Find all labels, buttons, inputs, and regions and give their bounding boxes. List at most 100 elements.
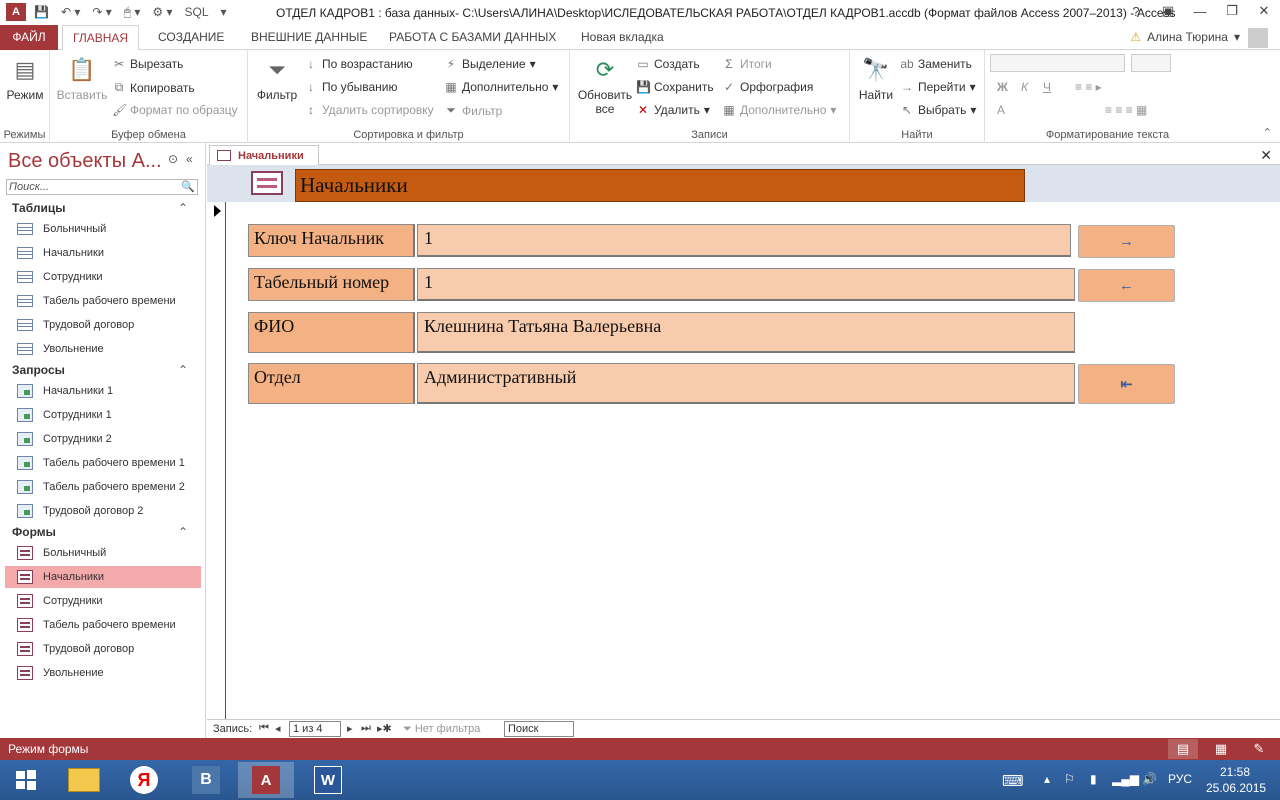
signal-icon[interactable]: ▂▄▆ — [1112, 772, 1139, 786]
indent-icon[interactable]: ≡ ≡ ▸ — [1075, 80, 1102, 94]
nav-item-table[interactable]: Табель рабочего времени — [5, 290, 201, 312]
ribbon-display-icon[interactable]: ▣ — [1152, 0, 1184, 22]
close-form-button[interactable]: ⇤ — [1078, 364, 1175, 404]
bold-button[interactable]: Ж — [997, 80, 1008, 94]
nav-item-form[interactable]: Увольнение — [5, 662, 201, 684]
nav-menu-icon[interactable]: ⊙ — [168, 152, 178, 166]
vk-button[interactable]: В — [178, 762, 234, 798]
current-record-input[interactable]: 1 из 4 — [289, 721, 341, 737]
tab-home[interactable]: ГЛАВНАЯ — [62, 25, 140, 51]
nav-item-query[interactable]: Начальники 1 — [5, 380, 201, 402]
filter-button[interactable]: ⏷ Фильтр — [254, 54, 300, 102]
mouse-mode-icon[interactable]: 🖱 ▾ — [120, 5, 145, 20]
last-record-icon[interactable]: ⏭ — [361, 722, 371, 735]
remove-sort-button[interactable]: ↕ Удалить сортировку — [304, 103, 434, 117]
toggle-filter-button[interactable]: ⏷ Фильтр — [444, 103, 502, 118]
nav-collapse-icon[interactable]: « — [186, 152, 193, 166]
tab-file[interactable]: ФАЙЛ — [0, 25, 58, 50]
field-value-fio[interactable]: Клешнина Татьяна Валерьевна — [417, 312, 1075, 353]
nav-item-table[interactable]: Трудовой договор — [5, 314, 201, 336]
nav-search-input[interactable]: Поиск... 🔍 — [6, 179, 198, 195]
nav-item-form-selected[interactable]: Начальники — [5, 566, 201, 588]
record-selector[interactable] — [210, 202, 226, 738]
doc-tab-active[interactable]: Начальники — [209, 145, 319, 165]
field-value-key[interactable]: 1 — [417, 224, 1071, 257]
nav-item-table[interactable]: Сотрудники — [5, 266, 201, 288]
no-filter-button[interactable]: ⏷ Нет фильтра — [403, 723, 480, 736]
cut-button[interactable]: ✂ Вырезать — [112, 57, 183, 71]
battery-icon[interactable]: ▮ — [1090, 772, 1097, 786]
help-button[interactable]: ? — [1120, 0, 1152, 22]
nav-item-table[interactable]: Больничный — [5, 218, 201, 240]
new-record-button[interactable]: ▭ Создать — [636, 57, 699, 71]
align-icons[interactable]: ≡ ≡ ≡ ▦ — [1105, 103, 1147, 117]
sort-descending-button[interactable]: ↓ По убыванию — [304, 80, 398, 94]
nav-item-query[interactable]: Сотрудники 1 — [5, 404, 201, 426]
clock-date[interactable]: 25.06.2015 — [1206, 781, 1266, 795]
sql-view-button[interactable]: SQL — [180, 5, 212, 19]
restore-icon[interactable]: ❐ — [1216, 0, 1248, 22]
nav-item-form[interactable]: Табель рабочего времени — [5, 614, 201, 636]
undo-icon[interactable]: ↶ ▾ — [57, 5, 84, 19]
customize-qat-icon[interactable]: ▾ — [217, 5, 231, 19]
redo-icon[interactable]: ↷ ▾ — [88, 5, 115, 19]
start-button[interactable] — [0, 762, 52, 798]
record-search-input[interactable]: Поиск — [504, 721, 574, 737]
nav-section-tables[interactable]: Таблицы ⌃ — [0, 198, 202, 218]
nav-item-table[interactable]: Начальники — [5, 242, 201, 264]
next-record-button[interactable]: → — [1078, 225, 1175, 258]
volume-icon[interactable]: 🔊 — [1142, 772, 1157, 786]
copy-button[interactable]: ⧉ Копировать — [112, 80, 195, 95]
font-color-button[interactable]: A — [997, 103, 1005, 117]
save-icon[interactable]: 💾 — [30, 5, 53, 19]
format-painter-button[interactable]: 🖌 Формат по образцу — [112, 103, 238, 117]
tab-database-tools[interactable]: РАБОТА С БАЗАМИ ДАННЫХ — [379, 25, 566, 50]
access-taskbar-button[interactable]: A — [238, 762, 294, 798]
yandex-browser-button[interactable]: Я — [116, 762, 172, 798]
tools-icon[interactable]: ⚙ ▾ — [148, 5, 176, 19]
delete-record-button[interactable]: ✕ Удалить ▾ — [636, 103, 710, 117]
select-button[interactable]: ↖ Выбрать ▾ — [900, 103, 976, 117]
next-record-icon[interactable]: ▸ — [347, 722, 353, 735]
tab-external-data[interactable]: ВНЕШНИЕ ДАННЫЕ — [241, 25, 377, 50]
nav-item-form[interactable]: Трудовой договор — [5, 638, 201, 660]
font-size-select[interactable] — [1131, 54, 1171, 72]
italic-button[interactable]: К — [1021, 80, 1028, 94]
close-icon[interactable]: ✕ — [1248, 0, 1280, 22]
nav-item-query[interactable]: Трудовой договор 2 — [5, 500, 201, 522]
clock-time[interactable]: 21:58 — [1220, 765, 1250, 779]
word-button[interactable]: W — [300, 762, 356, 798]
goto-button[interactable]: → Перейти ▾ — [900, 80, 976, 94]
new-record-icon[interactable]: ▸✱ — [377, 722, 392, 735]
view-mode-button[interactable]: ▤ Режим — [4, 54, 46, 102]
save-record-button[interactable]: 💾 Сохранить — [636, 80, 714, 94]
nav-item-query[interactable]: Табель рабочего времени 1 — [5, 452, 201, 474]
collapse-ribbon-icon[interactable]: ⌃ — [1263, 126, 1272, 139]
search-icon[interactable]: 🔍 — [181, 180, 195, 194]
find-button[interactable]: 🔭 Найти — [854, 54, 898, 102]
underline-button[interactable]: Ч — [1043, 80, 1051, 94]
nav-item-form[interactable]: Сотрудники — [5, 590, 201, 612]
paste-button[interactable]: 📋 Вставить — [56, 54, 108, 102]
avatar[interactable] — [1248, 28, 1268, 48]
nav-item-table[interactable]: Увольнение — [5, 338, 201, 360]
refresh-all-button[interactable]: ⟳ Обновить все — [574, 54, 636, 116]
language-indicator[interactable]: РУС — [1168, 772, 1192, 786]
form-view-icon[interactable]: ▤ — [1168, 739, 1198, 759]
previous-record-button[interactable]: ← — [1078, 269, 1175, 302]
field-value-tab-number[interactable]: 1 — [417, 268, 1075, 301]
replace-button[interactable]: ab Заменить — [900, 57, 972, 71]
design-view-icon[interactable]: ✎ — [1244, 739, 1274, 759]
more-records-button[interactable]: ▦ Дополнительно ▾ — [722, 103, 836, 117]
totals-button[interactable]: Σ Итоги — [722, 57, 771, 71]
first-record-icon[interactable]: ⏮ — [259, 722, 269, 735]
tray-expand-icon[interactable]: ▴ — [1044, 772, 1050, 786]
prev-record-icon[interactable]: ◂ — [275, 722, 281, 735]
keyboard-icon[interactable]: ⌨ — [1002, 772, 1024, 790]
nav-section-forms[interactable]: Формы ⌃ — [0, 522, 202, 542]
nav-section-queries[interactable]: Запросы ⌃ — [0, 360, 202, 380]
close-document-icon[interactable]: ✕ — [1260, 147, 1272, 164]
nav-item-form[interactable]: Больничный — [5, 542, 201, 564]
field-value-department[interactable]: Административный — [417, 363, 1075, 404]
nav-item-query[interactable]: Сотрудники 2 — [5, 428, 201, 450]
